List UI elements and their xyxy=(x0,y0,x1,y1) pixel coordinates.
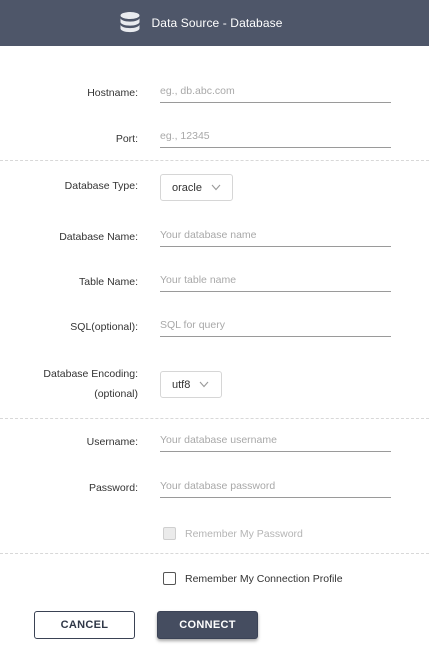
username-label: Username: xyxy=(86,436,138,448)
hostname-label: Hostname: xyxy=(87,87,138,99)
database-encoding-label: Database Encoding: (optional) xyxy=(8,364,138,404)
database-name-input[interactable] xyxy=(160,224,391,247)
chevron-down-icon xyxy=(199,381,209,388)
remember-password-checkbox xyxy=(163,527,176,540)
remember-password-option: Remember My Password xyxy=(163,527,303,540)
hostname-input[interactable] xyxy=(160,80,391,103)
database-name-label: Database Name: xyxy=(59,231,138,243)
password-input[interactable] xyxy=(160,475,391,498)
database-type-label: Database Type: xyxy=(64,180,138,192)
chevron-down-icon xyxy=(211,184,221,191)
sql-label: SQL(optional): xyxy=(70,321,138,333)
dialog-title: Data Source - Database xyxy=(151,16,283,30)
password-label: Password: xyxy=(88,482,138,494)
username-input[interactable] xyxy=(160,429,391,452)
database-encoding-label-line1: Database Encoding: xyxy=(43,368,138,380)
port-input[interactable] xyxy=(160,125,391,148)
database-icon xyxy=(120,12,140,33)
database-type-value: oracle xyxy=(172,181,202,194)
port-label: Port: xyxy=(115,133,138,145)
remember-profile-checkbox[interactable] xyxy=(163,572,176,585)
header-content: Data Source - Database xyxy=(119,11,283,35)
database-type-select[interactable]: oracle xyxy=(160,174,233,201)
remember-profile-option[interactable]: Remember My Connection Profile xyxy=(163,572,343,585)
database-encoding-label-line2: (optional) xyxy=(94,388,138,400)
database-encoding-value: utf8 xyxy=(172,378,191,391)
database-encoding-select[interactable]: utf8 xyxy=(160,371,222,398)
remember-password-label: Remember My Password xyxy=(185,527,303,540)
section-divider xyxy=(0,160,429,161)
connect-button[interactable]: CONNECT xyxy=(157,611,258,639)
section-divider xyxy=(0,553,429,554)
table-name-label: Table Name: xyxy=(79,276,138,288)
remember-profile-label[interactable]: Remember My Connection Profile xyxy=(185,573,343,585)
cancel-button[interactable]: CANCEL xyxy=(34,611,135,639)
section-divider xyxy=(0,418,429,419)
table-name-input[interactable] xyxy=(160,269,391,292)
dialog-header: Data Source - Database xyxy=(0,0,429,46)
sql-input[interactable] xyxy=(160,314,391,337)
